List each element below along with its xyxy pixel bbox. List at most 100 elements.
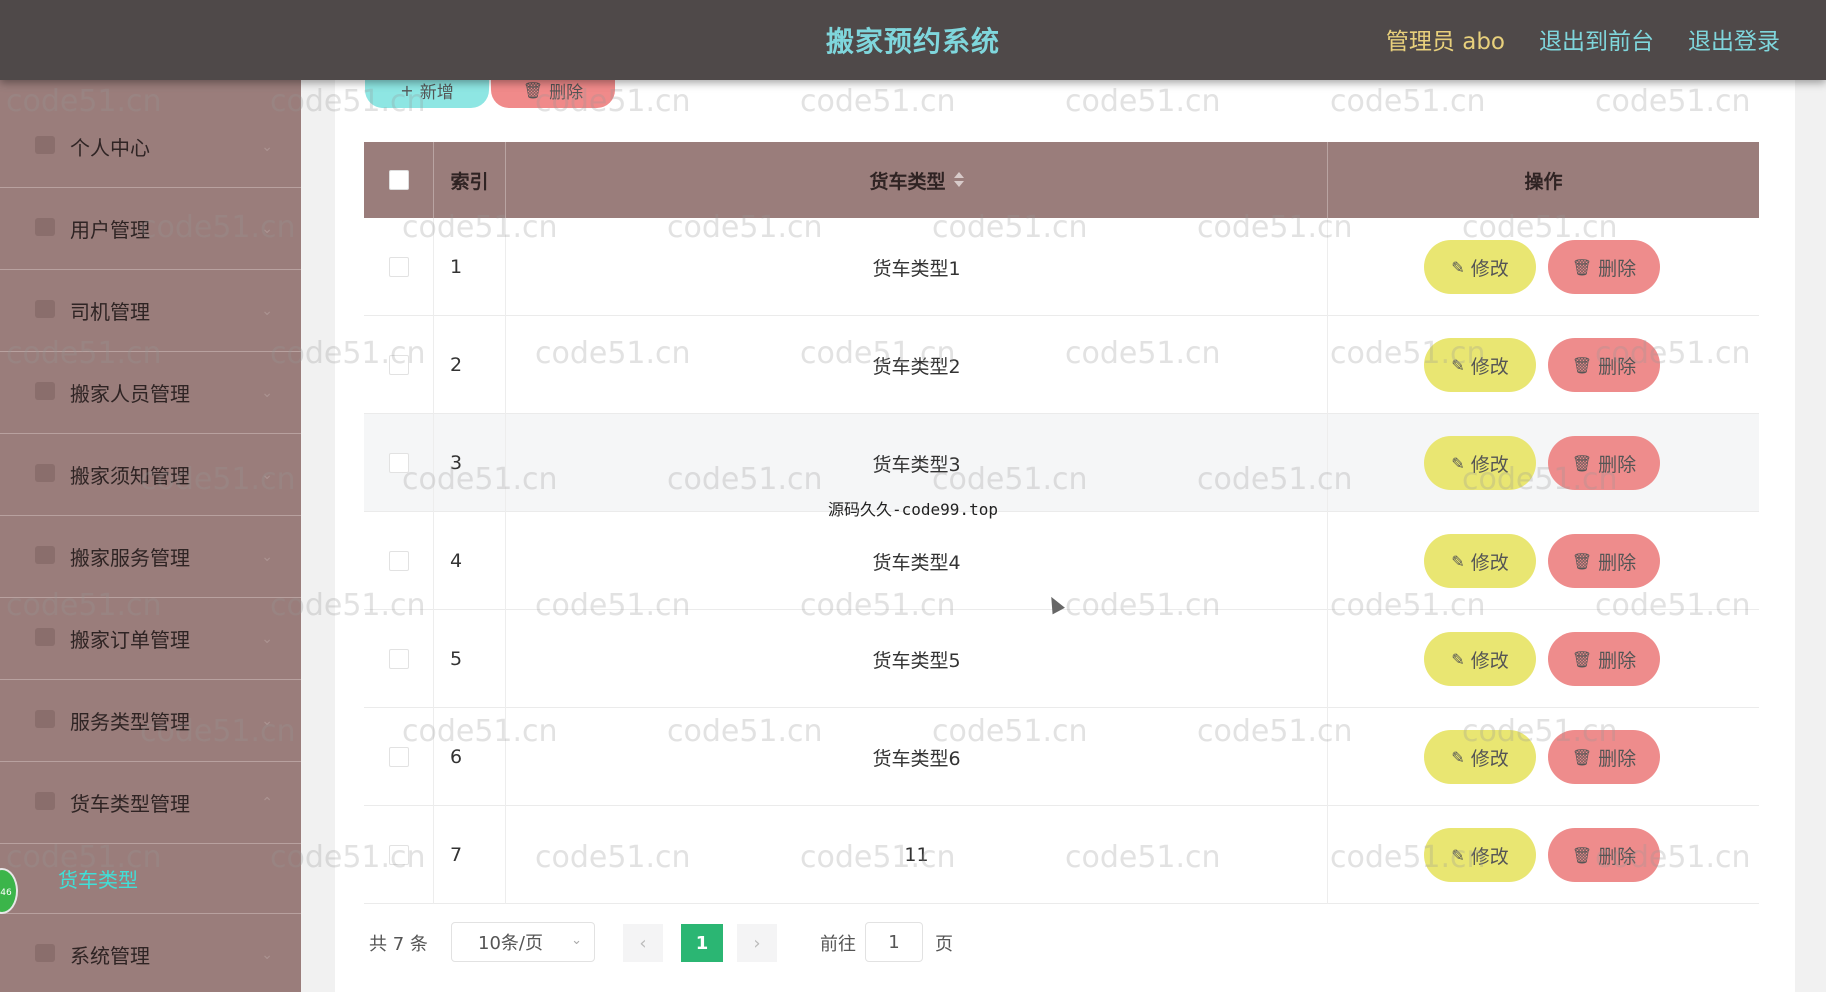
prev-page-button[interactable]: ‹ bbox=[623, 924, 663, 962]
chevron-down-icon: ⌄ bbox=[571, 933, 582, 948]
edit-button[interactable]: ✎ 修改 bbox=[1424, 436, 1536, 490]
trash-icon: 🗑 bbox=[1571, 649, 1593, 669]
sidebar-item-users[interactable]: 用户管理 ⌄ bbox=[0, 188, 301, 270]
sidebar-item-label: 司机管理 bbox=[70, 300, 150, 324]
delete-button[interactable]: 🗑 删除 bbox=[1548, 828, 1660, 882]
edit-button-label: 修改 bbox=[1470, 551, 1509, 574]
sidebar-item-label: 搬家人员管理 bbox=[70, 382, 190, 406]
sidebar-subitem-truck-type[interactable]: 货车类型 bbox=[0, 844, 301, 914]
chevron-down-icon: ⌄ bbox=[261, 946, 273, 963]
row-checkbox[interactable] bbox=[388, 649, 409, 669]
table-row: 1 货车类型1 ✎ 修改 🗑 删除 bbox=[364, 218, 1759, 316]
table-row: 7 11 ✎ 修改 🗑 删除 bbox=[364, 806, 1759, 904]
total-count: 共 7 条 bbox=[369, 934, 428, 955]
row-checkbox[interactable] bbox=[388, 355, 409, 375]
pencil-icon: ✎ bbox=[1451, 453, 1465, 473]
header-truck-type-label: 货车类型 bbox=[869, 170, 946, 193]
delete-button[interactable]: 🗑 删除 bbox=[1548, 436, 1660, 490]
sidebar-item-label: 搬家订单管理 bbox=[70, 628, 190, 652]
row-index: 1 bbox=[434, 218, 506, 316]
notice-icon bbox=[35, 464, 55, 482]
delete-button[interactable]: 🗑 删除 bbox=[1548, 534, 1660, 588]
overlay-caption: 源码久久-code99.top bbox=[828, 500, 998, 519]
sidebar-item-movers[interactable]: 搬家人员管理 ⌄ bbox=[0, 352, 301, 434]
row-index: 5 bbox=[434, 610, 506, 708]
edit-button[interactable]: ✎ 修改 bbox=[1424, 730, 1536, 784]
sidebar-item-profile[interactable]: 个人中心 ⌄ bbox=[0, 106, 301, 188]
goto-label: 前往 bbox=[820, 934, 856, 955]
row-checkbox[interactable] bbox=[388, 551, 409, 571]
header-index: 索引 bbox=[434, 142, 506, 218]
row-truck-type: 11 bbox=[506, 806, 1328, 904]
delete-button-label: 删除 bbox=[1598, 257, 1637, 280]
chevron-down-icon: ⌄ bbox=[261, 630, 273, 647]
delete-button[interactable]: 🗑 删除 bbox=[1548, 240, 1660, 294]
add-button-label: 新增 bbox=[419, 82, 454, 103]
list-icon bbox=[35, 792, 55, 810]
edit-button-label: 修改 bbox=[1470, 453, 1509, 476]
trash-icon: 🗑 bbox=[1571, 355, 1593, 375]
sidebar-subitem-label: 货车类型 bbox=[58, 868, 138, 892]
chevron-down-icon: ⌄ bbox=[261, 384, 273, 401]
chevron-down-icon: ⌄ bbox=[261, 466, 273, 483]
row-select-cell bbox=[364, 610, 434, 708]
sort-icon[interactable] bbox=[953, 172, 964, 188]
table-row: 2 货车类型2 ✎ 修改 🗑 删除 bbox=[364, 316, 1759, 414]
edit-button-label: 修改 bbox=[1470, 747, 1509, 770]
table-row: 3 货车类型3 ✎ 修改 🗑 删除 bbox=[364, 414, 1759, 512]
table-row: 5 货车类型5 ✎ 修改 🗑 删除 bbox=[364, 610, 1759, 708]
sidebar: 个人中心 ⌄ 用户管理 ⌄ 司机管理 ⌄ 搬家人员管理 ⌄ 搬家须知管理 ⌄ 搬… bbox=[0, 80, 301, 992]
sidebar-item-notices[interactable]: 搬家须知管理 ⌄ bbox=[0, 434, 301, 516]
edit-button[interactable]: ✎ 修改 bbox=[1424, 632, 1536, 686]
select-all-checkbox[interactable] bbox=[388, 170, 409, 190]
pencil-icon: ✎ bbox=[1451, 747, 1465, 767]
trash-icon: 🗑 bbox=[1571, 747, 1593, 767]
row-select-cell bbox=[364, 414, 434, 512]
row-actions: ✎ 修改 🗑 删除 bbox=[1328, 316, 1759, 414]
sidebar-item-system[interactable]: 系统管理 ⌄ bbox=[0, 914, 301, 992]
table-header: 索引 货车类型 操作 bbox=[364, 142, 1759, 218]
header-actions: 操作 bbox=[1524, 170, 1563, 193]
edit-button[interactable]: ✎ 修改 bbox=[1424, 534, 1536, 588]
sidebar-item-services[interactable]: 搬家服务管理 ⌄ bbox=[0, 516, 301, 598]
row-select-cell bbox=[364, 512, 434, 610]
row-index: 4 bbox=[434, 512, 506, 610]
table-row: 4 货车类型4 ✎ 修改 🗑 删除 bbox=[364, 512, 1759, 610]
admin-label: 管理员 abo bbox=[1385, 29, 1505, 55]
sidebar-item-label: 系统管理 bbox=[70, 944, 150, 968]
goto-page-input[interactable] bbox=[865, 922, 923, 962]
header-select-cell bbox=[364, 142, 434, 218]
edit-button-label: 修改 bbox=[1470, 257, 1509, 280]
chevron-right-icon: › bbox=[753, 932, 761, 954]
sidebar-item-truck-types[interactable]: 货车类型管理 ⌃ bbox=[0, 762, 301, 844]
page-size-select[interactable]: 10条/页 ⌄ bbox=[451, 922, 595, 962]
next-page-button[interactable]: › bbox=[737, 924, 777, 962]
row-checkbox[interactable] bbox=[388, 747, 409, 767]
edit-button[interactable]: ✎ 修改 bbox=[1424, 828, 1536, 882]
sidebar-item-label: 个人中心 bbox=[70, 136, 150, 160]
delete-button[interactable]: 🗑 删除 bbox=[1548, 632, 1660, 686]
plus-icon: + bbox=[400, 80, 414, 100]
settings-icon bbox=[35, 944, 55, 962]
row-checkbox[interactable] bbox=[388, 845, 409, 865]
delete-button[interactable]: 🗑 删除 bbox=[1548, 730, 1660, 784]
chevron-up-icon: ⌃ bbox=[261, 794, 273, 811]
pencil-icon: ✎ bbox=[1451, 845, 1465, 865]
edit-button[interactable]: ✎ 修改 bbox=[1424, 240, 1536, 294]
users-icon bbox=[35, 218, 55, 236]
page-number-1[interactable]: 1 bbox=[681, 924, 723, 962]
service-icon bbox=[35, 546, 55, 564]
sidebar-item-label: 搬家须知管理 bbox=[70, 464, 190, 488]
row-checkbox[interactable] bbox=[388, 453, 409, 473]
header-truck-type[interactable]: 货车类型 bbox=[506, 142, 1328, 218]
chevron-down-icon: ⌄ bbox=[261, 548, 273, 565]
row-checkbox[interactable] bbox=[388, 257, 409, 277]
sidebar-item-service-types[interactable]: 服务类型管理 ⌄ bbox=[0, 680, 301, 762]
sidebar-item-drivers[interactable]: 司机管理 ⌄ bbox=[0, 270, 301, 352]
exit-to-frontend-link[interactable]: 退出到前台 bbox=[1539, 22, 1654, 56]
delete-button[interactable]: 🗑 删除 bbox=[1548, 338, 1660, 392]
trash-icon: 🗑 bbox=[1571, 257, 1593, 277]
sidebar-item-orders[interactable]: 搬家订单管理 ⌄ bbox=[0, 598, 301, 680]
logout-link[interactable]: 退出登录 bbox=[1688, 22, 1780, 56]
edit-button[interactable]: ✎ 修改 bbox=[1424, 338, 1536, 392]
